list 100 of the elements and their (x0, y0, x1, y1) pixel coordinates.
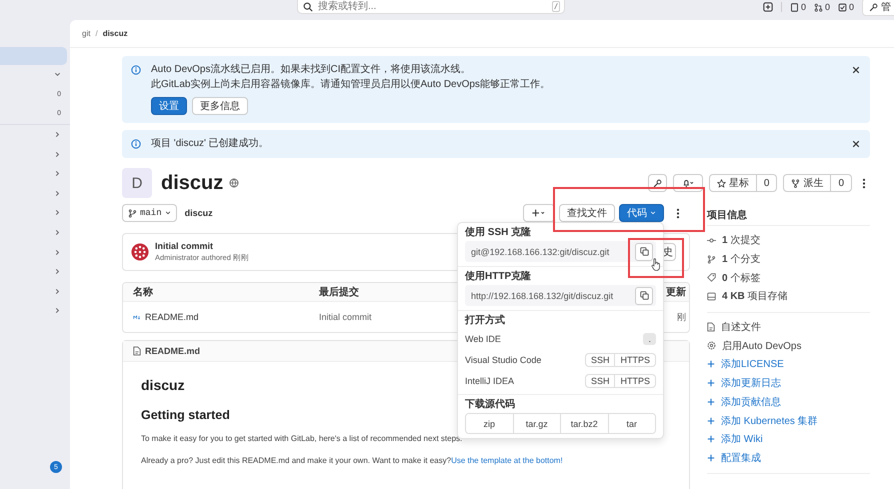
project-action-link[interactable]: 添加LICENSE (721, 357, 784, 372)
checkbox-icon (838, 2, 847, 12)
project-stat[interactable]: 1 个分支 (722, 252, 760, 266)
more-options-icon[interactable] (676, 208, 680, 218)
column-header: 名称 (133, 286, 153, 299)
counter-button[interactable]: 0 (790, 2, 806, 12)
project-stat[interactable]: 1 次提交 (722, 233, 760, 248)
file-icon (707, 322, 715, 332)
column-header: 最后提交 (319, 285, 359, 299)
repository-path[interactable]: discuz (184, 208, 213, 218)
chevron-right-icon[interactable] (54, 190, 61, 197)
project-title: discuz (161, 172, 224, 194)
download-format-button[interactable]: zip (466, 414, 514, 433)
chevron-right-icon[interactable] (54, 268, 61, 276)
chevron-right-icon[interactable] (54, 209, 61, 216)
readme-paragraph: To make it easy for you to get started with GitLab, here's a list of recommended next steps. (141, 434, 462, 443)
project-avatar: D (122, 168, 152, 198)
hand-cursor-icon (651, 258, 661, 272)
project-action-link[interactable]: 自述文件 (721, 320, 761, 334)
add-button[interactable] (523, 204, 555, 222)
copy-icon (640, 247, 648, 256)
project-action-link[interactable]: 添加更新日志 (721, 376, 781, 390)
alert-button[interactable]: 设置 (151, 97, 187, 115)
star-count[interactable]: 0 (756, 174, 778, 192)
merge-request-icon (814, 2, 823, 12)
star-icon (716, 178, 726, 188)
commit-message-link[interactable]: Initial commit (319, 312, 372, 322)
plus-square-icon[interactable] (762, 2, 773, 12)
chevron-right-icon[interactable] (54, 131, 61, 138)
fork-button[interactable]: 派生 (783, 174, 832, 192)
chevron-down-icon[interactable] (54, 71, 61, 78)
readme-heading: Getting started (141, 408, 230, 422)
project-action-link[interactable]: 添加贡献信息 (721, 394, 781, 409)
chevron-right-icon[interactable] (54, 307, 61, 314)
plus-icon (707, 416, 715, 425)
alert-text: 此GitLab实例上尚未启用容器镜像库。请通知管理员启用以便Auto DevOps能够正常工作。 (151, 78, 550, 91)
commit-icon (707, 236, 716, 245)
close-icon[interactable] (852, 66, 860, 74)
admin-button[interactable]: 管 (862, 0, 894, 16)
section-title: 下载源代码 (465, 399, 515, 411)
chevron-right-icon[interactable] (54, 170, 61, 178)
code-button[interactable]: 代码 (619, 204, 664, 222)
highlight-frame (628, 238, 684, 278)
chevron-right-icon[interactable] (54, 229, 61, 236)
ide-name[interactable]: IntelliJ IDEA (465, 376, 514, 386)
globe-icon (229, 178, 240, 188)
project-action-link[interactable]: 添加 Wiki (721, 432, 763, 446)
chevron-right-icon[interactable] (54, 248, 61, 256)
more-options-icon[interactable] (862, 178, 866, 188)
plus-icon (707, 379, 715, 388)
plus-icon (707, 454, 715, 462)
find-file-button[interactable]: 查找文件 (559, 204, 615, 222)
section-title: 使用 SSH 克隆 (465, 227, 532, 239)
gear-icon (707, 341, 716, 350)
column-header: 更新 (666, 285, 686, 299)
template-link[interactable]: Use the template at the bottom! (451, 456, 563, 465)
info-icon (131, 65, 141, 75)
fork-icon (791, 178, 800, 188)
ide-name[interactable]: Visual Studio Code (465, 354, 542, 364)
breadcrumb-link[interactable]: git (82, 29, 90, 38)
plus-icon (707, 360, 715, 368)
branch-icon (707, 254, 716, 264)
plus-caret-icon (531, 208, 547, 218)
plus-icon (707, 398, 715, 406)
copy-icon (640, 291, 648, 300)
branch-icon (128, 208, 137, 218)
project-stat[interactable]: 0 个标签 (722, 270, 760, 285)
star-button[interactable]: 星标 (708, 174, 757, 192)
counter-button[interactable]: 0 (838, 2, 854, 12)
copy-button[interactable] (635, 242, 653, 260)
open-option-button[interactable]: SSH (584, 374, 616, 388)
copy-button[interactable] (635, 286, 653, 304)
breadcrumb-separator: / (95, 29, 98, 38)
open-option-button[interactable]: . (643, 332, 656, 344)
branch-selector[interactable]: main (122, 204, 177, 222)
alert-text: Auto DevOps流水线已启用。如果未找到CI配置文件，将使用该流水线。 (151, 63, 470, 76)
shortcut-key: / (552, 1, 560, 12)
open-option-button[interactable]: HTTPS (615, 374, 656, 388)
commit-title[interactable]: Initial commit (155, 241, 214, 251)
open-option-button[interactable]: SSH (584, 352, 616, 366)
file-link[interactable]: README.md (145, 312, 199, 322)
chevron-right-icon[interactable] (54, 150, 61, 158)
http-url-field[interactable]: http://192.168.168.132/git/discuz.git (465, 285, 656, 306)
counter-button[interactable]: 0 (814, 2, 830, 12)
fork-count[interactable]: 0 (831, 174, 852, 192)
project-stat[interactable]: 4 KB 项目存储 (722, 289, 788, 304)
ide-name[interactable]: Web IDE (465, 334, 501, 344)
close-icon[interactable] (852, 140, 860, 148)
caret-icon (164, 210, 171, 216)
chevron-right-icon[interactable] (54, 288, 61, 295)
project-action-link[interactable]: 添加 Kubernetes 集群 (721, 414, 818, 428)
tag-icon (707, 273, 716, 282)
project-action-link[interactable]: 启用Auto DevOps (722, 338, 802, 353)
breadcrumb-link[interactable]: discuz (102, 29, 128, 38)
open-option-button[interactable]: HTTPS (615, 352, 656, 366)
ssh-url-field[interactable]: git@192.168.166.132:git/discuz.git (465, 241, 656, 262)
alert-text: 项目 'discuz' 已创建成功。 (151, 137, 269, 150)
alert-button[interactable]: 更多信息 (192, 97, 248, 115)
section-title: 项目信息 (707, 205, 870, 226)
project-action-link[interactable]: 配置集成 (721, 450, 761, 465)
